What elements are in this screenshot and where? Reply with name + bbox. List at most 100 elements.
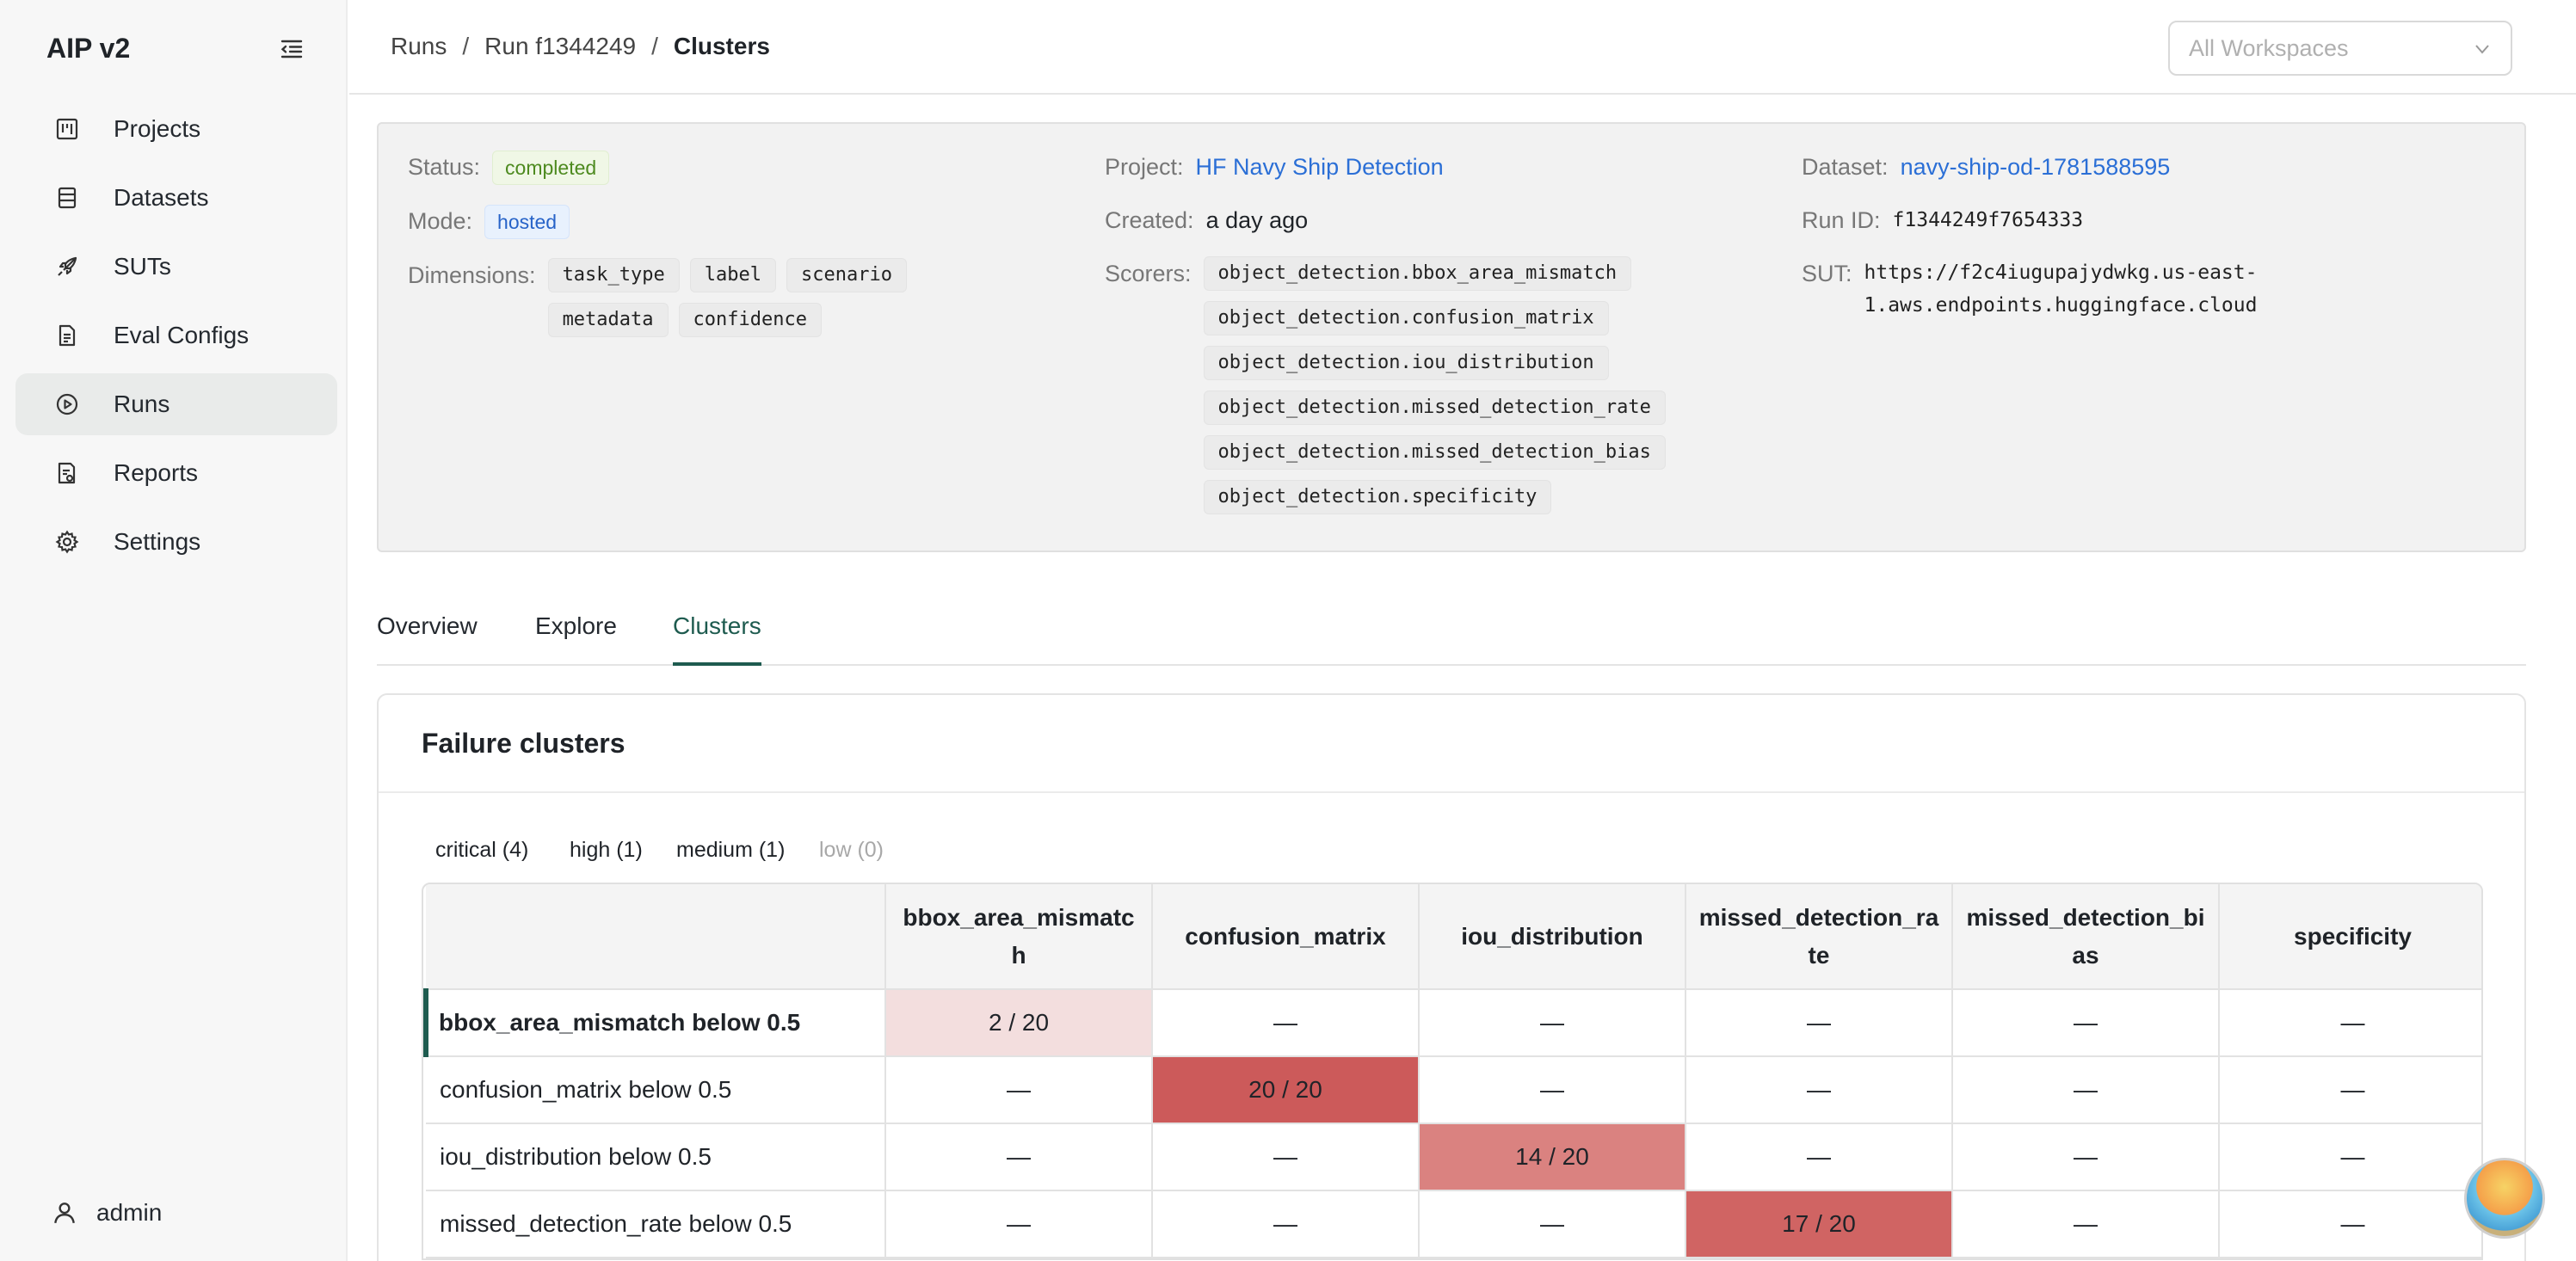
severity-filter-high[interactable]: high (1) — [570, 838, 643, 863]
dimension-tag: label — [689, 258, 777, 292]
sidebar: AIP v2 Projects Datasets SUTs Eval Confi… — [0, 0, 348, 1261]
table-cell: — — [1419, 1190, 1686, 1258]
table-cell: — — [1685, 1123, 1953, 1191]
sidebar-item-label: Runs — [114, 391, 170, 417]
mode-label: Mode: — [408, 208, 473, 234]
scorer-tag: object_detection.missed_detection_bias — [1203, 435, 1666, 470]
created-row: Created: a day ago — [1105, 203, 1666, 237]
cluster-table: bbox_area_mismatch confusion_matrix iou_… — [423, 884, 2481, 1258]
created-label: Created: — [1105, 207, 1194, 233]
table-cell: — — [1152, 989, 1420, 1057]
workspace-select[interactable]: All Workspaces — [2168, 21, 2512, 76]
table-cell[interactable]: 14 / 20 — [1419, 1123, 1686, 1191]
sut-label: SUT: — [1802, 261, 1852, 286]
project-row: Project: HF Navy Ship Detection — [1105, 150, 1666, 184]
sidebar-collapse-icon — [280, 40, 303, 58]
table-row[interactable]: confusion_matrix below 0.5 — 20 / 20 — —… — [426, 1056, 2481, 1124]
table-row[interactable]: missed_detection_rate below 0.5 — — — 17… — [426, 1190, 2481, 1258]
divider — [379, 791, 2524, 793]
sidebar-item-label: Reports — [114, 459, 199, 486]
status-label: Status: — [408, 154, 481, 180]
scorer-tag: object_detection.iou_distribution — [1203, 346, 1609, 380]
user-menu[interactable]: admin — [52, 1199, 162, 1227]
dimension-tags: task_type label scenario metadata confid… — [547, 258, 1030, 337]
dimension-tag: task_type — [547, 258, 680, 292]
scorer-tag: object_detection.confusion_matrix — [1203, 301, 1609, 335]
sidebar-item-reports[interactable]: Reports — [15, 442, 337, 504]
breadcrumb-current: Clusters — [673, 33, 770, 59]
tab-explore[interactable]: Explore — [535, 612, 617, 666]
run-id-row: Run ID: f1344249f7654333 — [1802, 203, 2257, 237]
mode-badge: hosted — [484, 205, 570, 239]
created-value: a day ago — [1205, 207, 1309, 233]
file-code-icon — [59, 324, 76, 347]
collapse-sidebar-button[interactable] — [277, 34, 306, 64]
table-cell[interactable]: 2 / 20 — [885, 989, 1153, 1057]
status-row: Status: completed — [408, 150, 1030, 185]
table-header-empty — [426, 884, 886, 990]
breadcrumb-runs[interactable]: Runs — [391, 33, 447, 60]
table-header: missed_detection_bias — [1952, 884, 2220, 990]
row-label: missed_detection_rate below 0.5 — [426, 1190, 886, 1258]
table-cell: — — [1685, 1056, 1953, 1124]
table-cell: — — [885, 1190, 1153, 1258]
sidebar-item-label: Settings — [114, 528, 201, 555]
scorer-tag: object_detection.specificity — [1203, 480, 1552, 514]
severity-filter-critical[interactable]: critical (4) — [435, 838, 528, 863]
mode-row: Mode: hosted — [408, 204, 1030, 239]
tab-clusters[interactable]: Clusters — [673, 612, 761, 666]
project-label: Project: — [1105, 154, 1184, 180]
project-link[interactable]: HF Navy Ship Detection — [1196, 150, 1444, 184]
sidebar-item-settings[interactable]: Settings — [15, 511, 337, 573]
table-header: bbox_area_mismatch — [885, 884, 1153, 990]
table-header: specificity — [2219, 884, 2481, 990]
sidebar-item-datasets[interactable]: Datasets — [15, 167, 337, 229]
table-row[interactable]: bbox_area_mismatch below 0.5 2 / 20 — — … — [423, 989, 2481, 1057]
table-row[interactable]: iou_distribution below 0.5 — — 14 / 20 —… — [426, 1123, 2481, 1191]
severity-filter-medium[interactable]: medium (1) — [676, 838, 785, 863]
table-cell: — — [1952, 1056, 2220, 1124]
row-label: confusion_matrix below 0.5 — [426, 1056, 886, 1124]
table-cell[interactable]: 20 / 20 — [1152, 1056, 1420, 1124]
assistant-avatar-button[interactable] — [2464, 1158, 2545, 1239]
dimensions-label: Dimensions: — [408, 262, 536, 288]
report-icon — [58, 462, 76, 484]
breadcrumb-separator: / — [462, 33, 470, 59]
chevron-down-icon — [2475, 45, 2489, 54]
brand-title: AIP v2 — [46, 33, 131, 64]
table-cell: — — [2219, 1056, 2481, 1124]
sidebar-item-label: Eval Configs — [114, 322, 250, 348]
run-tabs: Overview Explore Clusters — [377, 607, 2526, 666]
table-header: confusion_matrix — [1152, 884, 1420, 990]
sidebar-nav: Projects Datasets SUTs Eval Configs Runs… — [15, 98, 337, 580]
table-cell[interactable]: 17 / 20 — [1685, 1190, 1953, 1258]
table-cell: — — [1952, 1190, 2220, 1258]
kanban-icon — [56, 118, 78, 140]
table-cell: — — [1952, 1123, 2220, 1191]
play-circle-icon — [56, 393, 78, 415]
table-cell: — — [885, 1056, 1153, 1124]
table-header: missed_detection_rate — [1685, 884, 1953, 990]
sidebar-item-projects[interactable]: Projects — [15, 98, 337, 160]
failure-clusters-card: Failure clusters critical (4) high (1) m… — [377, 693, 2526, 1261]
row-label: bbox_area_mismatch below 0.5 — [423, 989, 886, 1057]
dataset-link[interactable]: navy-ship-od-1781588595 — [1901, 150, 2171, 184]
table-cell: — — [2219, 1123, 2481, 1191]
sidebar-item-eval-configs[interactable]: Eval Configs — [15, 304, 337, 366]
scorers-label: Scorers: — [1105, 261, 1192, 286]
sut-url: https://f2c4iugupajydwkg.us-east- 1.aws.… — [1864, 256, 2258, 322]
table-cell: — — [1419, 1056, 1686, 1124]
severity-filter-low[interactable]: low (0) — [819, 838, 884, 863]
sidebar-item-label: SUTs — [114, 253, 171, 280]
sidebar-item-runs[interactable]: Runs — [15, 373, 337, 435]
run-id-label: Run ID: — [1802, 207, 1881, 233]
cluster-matrix: bbox_area_mismatch confusion_matrix iou_… — [422, 883, 2483, 1260]
rocket-icon — [58, 256, 77, 276]
scorer-tag: object_detection.bbox_area_mismatch — [1203, 256, 1632, 291]
run-id-value: f1344249f7654333 — [1892, 209, 2084, 231]
table-header: iou_distribution — [1419, 884, 1686, 990]
sidebar-item-suts[interactable]: SUTs — [15, 236, 337, 298]
breadcrumb: Runs / Run f1344249 / Clusters — [391, 33, 770, 60]
breadcrumb-run[interactable]: Run f1344249 — [484, 33, 636, 60]
tab-overview[interactable]: Overview — [377, 612, 478, 666]
